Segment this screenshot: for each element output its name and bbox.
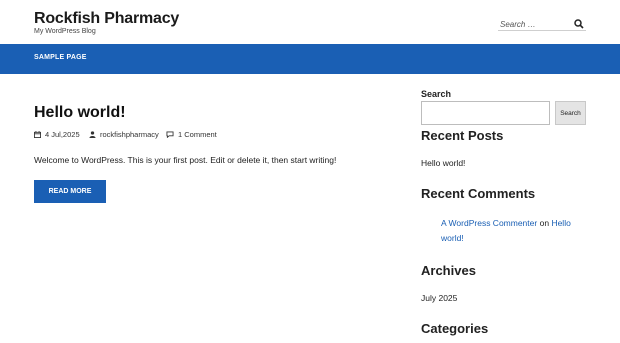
post-comments-text: 1 Comment xyxy=(178,130,217,139)
recent-comment-item: A WordPress Commenter on Hello xyxy=(441,218,571,228)
main-navigation: SAMPLE PAGE xyxy=(0,44,620,74)
comment-author-link[interactable]: A WordPress Commenter xyxy=(441,218,537,228)
header-search-input[interactable] xyxy=(498,17,570,32)
comment-post-link-cont[interactable]: world! xyxy=(441,233,464,243)
post-excerpt: Welcome to WordPress. This is your first… xyxy=(34,155,337,165)
site-header: Rockfish Pharmacy My WordPress Blog xyxy=(0,0,620,44)
recent-post-link[interactable]: Hello world! xyxy=(421,158,465,168)
post-date-text: 4 Jul,2025 xyxy=(45,130,80,139)
sidebar-search-input[interactable] xyxy=(421,101,550,125)
header-search-button[interactable] xyxy=(574,16,586,29)
comment-post-link[interactable]: Hello xyxy=(551,218,570,228)
post-title[interactable]: Hello world! xyxy=(34,104,126,122)
sidebar-search-button[interactable]: Search xyxy=(555,101,586,125)
recent-comments-title: Recent Comments xyxy=(421,186,536,201)
comment-on-text: on xyxy=(539,218,550,228)
post-comments-link[interactable]: 1 Comment xyxy=(166,130,217,139)
comment-icon xyxy=(166,131,174,138)
search-icon xyxy=(574,19,584,29)
nav-item-sample-page[interactable]: SAMPLE PAGE xyxy=(34,54,87,61)
categories-title: Categories xyxy=(421,321,489,336)
calendar-icon xyxy=(34,131,41,138)
archive-link[interactable]: July 2025 xyxy=(421,293,457,303)
archives-title: Archives xyxy=(421,263,476,278)
site-title[interactable]: Rockfish Pharmacy xyxy=(34,10,179,28)
post-author[interactable]: rockfishpharmacy xyxy=(89,130,159,139)
user-icon xyxy=(89,131,96,138)
post-author-text: rockfishpharmacy xyxy=(100,130,159,139)
recent-posts-title: Recent Posts xyxy=(421,128,504,143)
post-date[interactable]: 4 Jul,2025 xyxy=(34,130,80,139)
site-description: My WordPress Blog xyxy=(34,28,96,35)
header-search-form xyxy=(498,14,586,32)
recent-comment-item-cont: world! xyxy=(441,233,464,243)
sidebar-search-label: Search xyxy=(421,89,452,99)
read-more-button[interactable]: READ MORE xyxy=(34,180,106,203)
